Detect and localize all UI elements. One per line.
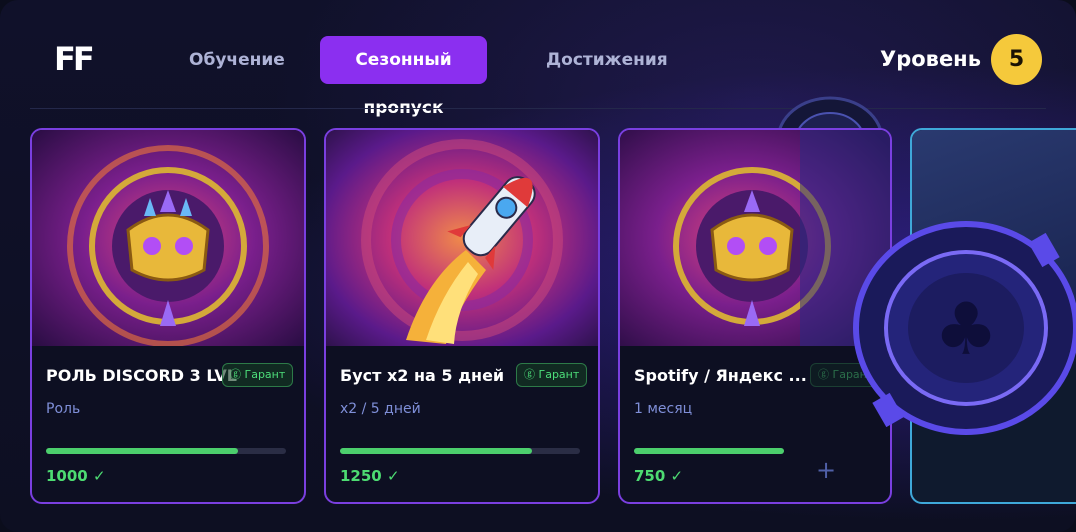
card-points: 1250 ✓ xyxy=(340,467,400,485)
reward-card[interactable]: РОЛЬ DISCORD 3 LVL ⓖ Гарант Роль 1000 ✓ xyxy=(30,128,306,504)
progress-fill xyxy=(46,448,238,454)
guarantee-icon: ⓖ xyxy=(524,368,535,381)
tab-achievements[interactable]: Достижения xyxy=(530,36,684,84)
guarantee-badge: ⓖ Гарант xyxy=(516,363,588,387)
poker-chip-icon: ♣ xyxy=(853,221,1076,435)
progress-bar xyxy=(634,448,784,454)
progress-fill xyxy=(634,448,784,454)
rocket-icon xyxy=(326,130,598,346)
app-logo[interactable]: FF xyxy=(54,40,95,78)
guarantee-label: Гарант xyxy=(244,368,286,381)
tab-season-pass[interactable]: Сезонный пропуск xyxy=(320,36,487,118)
card-points: 750 ✓ xyxy=(634,467,684,485)
level-badge: 5 xyxy=(991,34,1042,85)
reward-card[interactable]: Буст x2 на 5 дней ⓖ Гарант x2 / 5 дней 1… xyxy=(324,128,600,504)
guarantee-badge: ⓖ Гарант xyxy=(222,363,294,387)
card-subtitle: 1 месяц xyxy=(634,401,693,417)
header-divider xyxy=(30,108,1046,109)
level-label: Уровень xyxy=(880,47,981,71)
card-title: Буст x2 на 5 дней xyxy=(340,366,505,385)
card-title: РОЛЬ DISCORD 3 LVL xyxy=(46,366,237,385)
discord-crown-icon xyxy=(32,130,304,346)
card-subtitle: x2 / 5 дней xyxy=(340,401,421,417)
battle-pass-screen: FF Обучение Сезонный пропуск Достижения … xyxy=(0,0,1076,532)
card-title: Spotify / Яндекс ... xyxy=(634,366,807,385)
guarantee-icon: ⓖ xyxy=(818,368,829,381)
card-points: 1000 ✓ xyxy=(46,467,106,485)
progress-fill xyxy=(340,448,532,454)
progress-bar xyxy=(46,448,286,454)
progress-bar xyxy=(340,448,580,454)
svg-text:♣: ♣ xyxy=(934,287,999,371)
guarantee-label: Гарант xyxy=(538,368,580,381)
sparkle-icon: + xyxy=(816,456,837,484)
guarantee-icon: ⓖ xyxy=(230,368,241,381)
tab-training[interactable]: Обучение xyxy=(173,36,301,84)
card-subtitle: Роль xyxy=(46,401,81,417)
